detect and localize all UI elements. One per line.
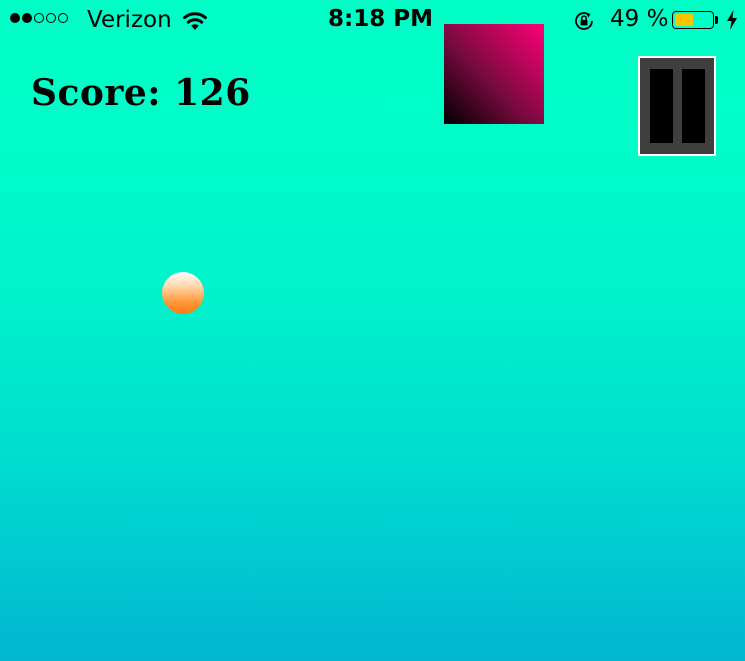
- status-bar: Verizon 8:18 PM 49 %: [0, 0, 745, 40]
- carrier-name: Verizon: [87, 7, 172, 33]
- charging-bolt-icon: [727, 10, 737, 30]
- signal-dot: [58, 13, 68, 23]
- signal-dot: [46, 13, 56, 23]
- signal-strength-indicator: [10, 13, 68, 23]
- clock-time: 8:18 PM: [328, 6, 433, 32]
- wifi-icon: [183, 12, 207, 30]
- battery-level-fill: [675, 14, 693, 26]
- battery-tip: [715, 16, 718, 24]
- player-ball[interactable]: [162, 272, 204, 314]
- battery-icon: [672, 11, 714, 29]
- pause-icon-bar-right: [682, 69, 705, 143]
- battery-percentage: 49 %: [610, 6, 669, 32]
- rotation-lock-icon: [575, 12, 593, 30]
- signal-dot: [22, 13, 32, 23]
- signal-dot: [34, 13, 44, 23]
- pause-icon-bar-left: [650, 69, 673, 143]
- score-label: Score: 126: [31, 72, 251, 114]
- pause-button[interactable]: [638, 56, 716, 156]
- falling-block: [444, 24, 544, 124]
- signal-dot: [10, 13, 20, 23]
